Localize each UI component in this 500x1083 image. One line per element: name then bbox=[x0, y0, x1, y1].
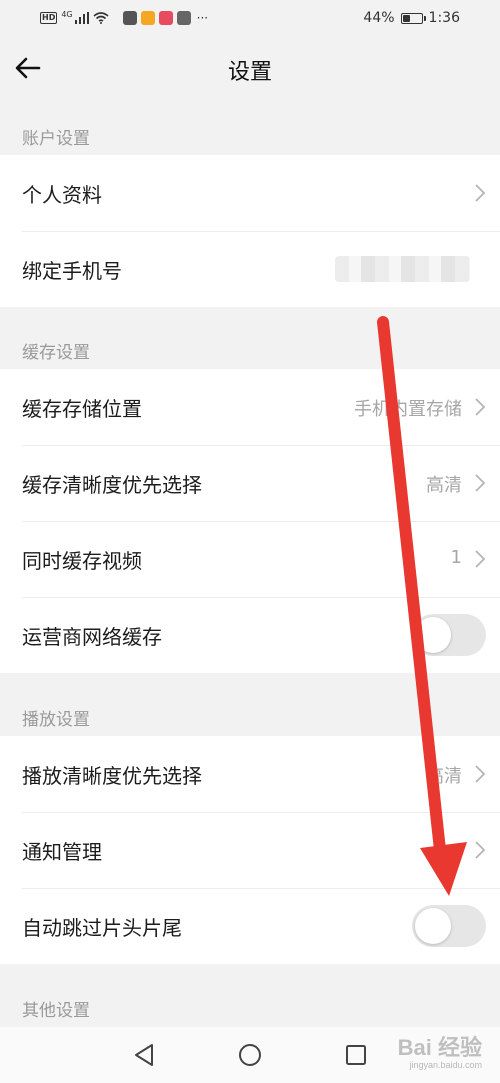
watermark-url: jingyan.baidu.com bbox=[409, 1060, 482, 1070]
notification-app-icons: ··· bbox=[122, 11, 209, 25]
row-label: 通知管理 bbox=[22, 840, 102, 864]
chevron-right-icon bbox=[475, 474, 486, 492]
row-value: 高清 bbox=[426, 766, 462, 787]
wifi-icon bbox=[93, 12, 109, 24]
group-playback: 播放清晰度优先选择 高清 通知管理 自动跳过片头片尾 bbox=[0, 736, 500, 964]
row-notifications[interactable]: 通知管理 bbox=[0, 812, 500, 888]
row-label: 运营商网络缓存 bbox=[22, 625, 162, 649]
header: 设置 bbox=[0, 40, 500, 96]
row-label: 个人资料 bbox=[22, 183, 102, 207]
row-value: 高清 bbox=[426, 475, 462, 496]
battery-fill bbox=[402, 14, 411, 22]
blurred-phone-number bbox=[335, 256, 470, 282]
row-label: 缓存存储位置 bbox=[22, 397, 142, 421]
watermark: Bai 经验 bbox=[397, 1035, 482, 1060]
status-bar: HD 4G ··· 44% 1:36 bbox=[0, 0, 500, 40]
clock: 1:36 bbox=[428, 10, 460, 26]
battery-icon bbox=[400, 12, 426, 24]
circle-home-icon bbox=[239, 1044, 261, 1066]
row-profile[interactable]: 个人资料 bbox=[0, 155, 500, 231]
chevron-right-icon bbox=[475, 398, 486, 416]
row-carrier-cache: 运营商网络缓存 bbox=[0, 597, 500, 673]
group-account: 个人资料 绑定手机号 bbox=[0, 155, 500, 307]
section-label-cache: 缓存设置 bbox=[22, 343, 90, 363]
row-label: 播放清晰度优先选择 bbox=[22, 764, 202, 788]
app-icon-1 bbox=[122, 11, 137, 25]
row-cache-quality[interactable]: 缓存清晰度优先选择 高清 bbox=[0, 445, 500, 521]
row-label: 缓存清晰度优先选择 bbox=[22, 473, 202, 497]
chevron-right-icon bbox=[475, 841, 486, 859]
battery-percent: 44% bbox=[363, 10, 395, 26]
group-cache: 缓存存储位置 手机内置存储 缓存清晰度优先选择 高清 同时缓存视频 1 运营商网… bbox=[0, 369, 500, 673]
row-cache-storage[interactable]: 缓存存储位置 手机内置存储 bbox=[0, 369, 500, 445]
signal-icon bbox=[74, 12, 89, 24]
row-concurrent-cache[interactable]: 同时缓存视频 1 bbox=[0, 521, 500, 597]
section-label-other: 其他设置 bbox=[22, 1001, 90, 1021]
row-label: 同时缓存视频 bbox=[22, 549, 142, 573]
app-icon-2 bbox=[140, 11, 155, 25]
hd-badge: HD bbox=[40, 12, 58, 24]
status-right: 44% 1:36 bbox=[363, 10, 460, 26]
network-type: 4G bbox=[61, 10, 73, 19]
chevron-right-icon bbox=[475, 765, 486, 783]
row-label: 绑定手机号 bbox=[22, 259, 122, 283]
row-playback-quality[interactable]: 播放清晰度优先选择 高清 bbox=[0, 736, 500, 812]
nav-back-button[interactable] bbox=[130, 1041, 158, 1069]
nav-home-button[interactable] bbox=[236, 1041, 264, 1069]
row-skip-intro: 自动跳过片头片尾 bbox=[0, 888, 500, 964]
app-icon-3 bbox=[158, 11, 173, 25]
carrier-cache-toggle[interactable] bbox=[412, 614, 486, 656]
chevron-right-icon bbox=[475, 184, 486, 202]
skip-intro-toggle[interactable] bbox=[412, 905, 486, 947]
section-label-playback: 播放设置 bbox=[22, 710, 90, 730]
toggle-knob bbox=[415, 908, 451, 944]
row-bind-phone[interactable]: 绑定手机号 bbox=[0, 231, 500, 307]
row-label: 自动跳过片头片尾 bbox=[22, 916, 182, 940]
toggle-knob bbox=[415, 617, 451, 653]
triangle-back-icon bbox=[135, 1044, 153, 1066]
more-notifications: ··· bbox=[196, 11, 209, 25]
row-value: 手机内置存储 bbox=[354, 399, 462, 420]
section-label-account: 账户设置 bbox=[22, 129, 90, 149]
nav-recents-button[interactable] bbox=[342, 1041, 370, 1069]
row-value: 1 bbox=[450, 547, 462, 568]
status-left: HD 4G ··· bbox=[40, 11, 208, 25]
square-recents-icon bbox=[346, 1045, 366, 1065]
chevron-right-icon bbox=[475, 550, 486, 568]
app-icon-4 bbox=[176, 11, 191, 25]
page-title: 设置 bbox=[227, 60, 272, 85]
